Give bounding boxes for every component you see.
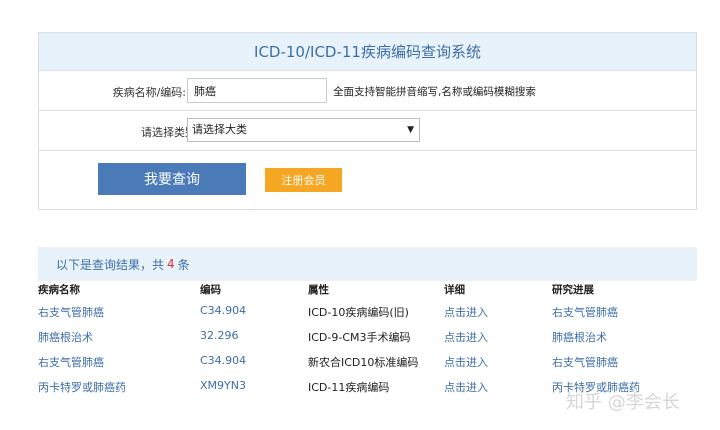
attribute-cell: ICD-11疾病编码 <box>308 381 390 394</box>
disease-name-input[interactable] <box>187 78 327 103</box>
register-button[interactable]: 注册会员 <box>265 168 342 192</box>
header-detail: 详细 <box>444 284 465 296</box>
actions-row: 我要查询 注册会员 <box>39 151 696 209</box>
table-row: 右支气管肺癌 C34.904 ICD-10疾病编码(旧) 点击进入 右支气管肺癌 <box>38 297 697 322</box>
disease-name-label: 疾病名称/编码: <box>112 86 186 99</box>
search-form-panel: ICD-10/ICD-11疾病编码查询系统 疾病名称/编码: 全面支持智能拼音缩… <box>38 32 697 210</box>
form-header: ICD-10/ICD-11疾病编码查询系统 <box>39 33 696 71</box>
research-link[interactable]: 右支气管肺癌 <box>552 304 618 320</box>
disease-name-link[interactable]: 右支气管肺癌 <box>38 304 104 320</box>
research-link[interactable]: 肺癌根治术 <box>552 329 607 345</box>
watermark: 知乎 @李会长 <box>566 392 680 413</box>
header-attribute: 属性 <box>308 284 329 296</box>
code-cell: C34.904 <box>200 354 247 367</box>
page-title: ICD-10/ICD-11疾病编码查询系统 <box>254 43 481 61</box>
research-link[interactable]: 右支气管肺癌 <box>552 354 618 370</box>
code-cell: C34.904 <box>200 304 247 317</box>
dropdown-caret-icon: ▼ <box>407 125 414 135</box>
code-cell: 32.296 <box>200 329 239 342</box>
detail-link[interactable]: 点击进入 <box>444 304 488 320</box>
table-header: 疾病名称 编码 属性 详细 研究进展 <box>38 282 697 297</box>
header-code: 编码 <box>200 284 221 296</box>
results-summary: 以下是查询结果，共 4 条 <box>38 247 697 281</box>
results-prefix: 以下是查询结果，共 <box>56 257 165 272</box>
category-row: 请选择类别 请选择大类 ▼ <box>39 111 696 151</box>
header-research: 研究进展 <box>552 284 594 296</box>
detail-link[interactable]: 点击进入 <box>444 354 488 370</box>
detail-link[interactable]: 点击进入 <box>444 329 488 345</box>
detail-link[interactable]: 点击进入 <box>444 379 488 395</box>
attribute-cell: 新农合ICD10标准编码 <box>308 356 419 369</box>
code-cell: XM9YN3 <box>200 379 246 392</box>
disease-name-link[interactable]: 丙卡特罗或肺癌药 <box>38 379 126 395</box>
search-hint: 全面支持智能拼音缩写,名称或编码模糊搜索 <box>333 86 536 98</box>
table-row: 右支气管肺癌 C34.904 新农合ICD10标准编码 点击进入 右支气管肺癌 <box>38 347 697 372</box>
header-disease-name: 疾病名称 <box>38 284 80 296</box>
disease-name-link[interactable]: 肺癌根治术 <box>38 329 93 345</box>
category-select[interactable]: 请选择大类 ▼ <box>187 118 420 142</box>
results-count: 4 <box>167 257 175 271</box>
search-button[interactable]: 我要查询 <box>98 163 246 195</box>
table-row: 肺癌根治术 32.296 ICD-9-CM3手术编码 点击进入 肺癌根治术 <box>38 322 697 347</box>
results-suffix: 条 <box>177 257 190 272</box>
attribute-cell: ICD-9-CM3手术编码 <box>308 331 411 344</box>
category-selected-value: 请选择大类 <box>192 123 247 136</box>
attribute-cell: ICD-10疾病编码(旧) <box>308 306 409 319</box>
disease-name-row: 疾病名称/编码: 全面支持智能拼音缩写,名称或编码模糊搜索 <box>39 71 696 111</box>
disease-name-link[interactable]: 右支气管肺癌 <box>38 354 104 370</box>
results-table: 疾病名称 编码 属性 详细 研究进展 右支气管肺癌 C34.904 ICD-10… <box>38 282 697 397</box>
